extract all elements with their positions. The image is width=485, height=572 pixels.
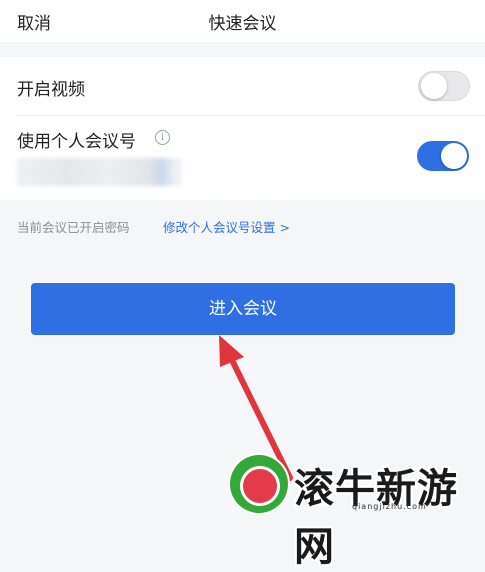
watermark-logo [230, 455, 288, 513]
red-arrow-annotation [219, 335, 293, 481]
watermark: 滚牛新游网 qiangjizhu.com [230, 455, 485, 570]
watermark-url: qiangjizhu.com [352, 502, 427, 511]
watermark-text: 滚牛新游网 [294, 466, 458, 570]
